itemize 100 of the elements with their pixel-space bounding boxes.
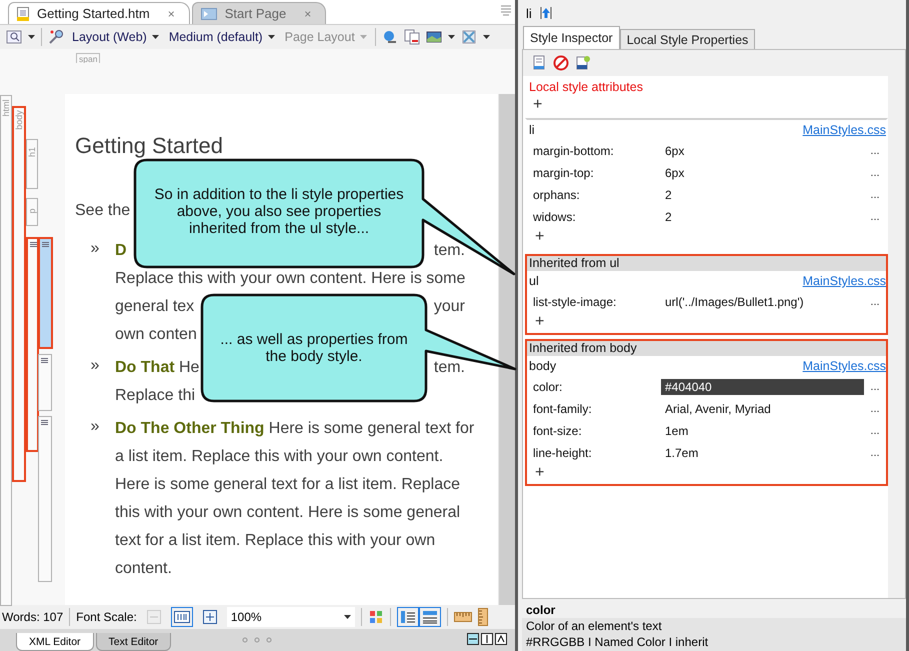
globe-link-icon[interactable] bbox=[382, 29, 398, 45]
more-button[interactable]: ... bbox=[864, 189, 886, 201]
bullet: » bbox=[90, 356, 100, 376]
list-icon bbox=[41, 420, 48, 425]
help-title: color bbox=[525, 602, 556, 618]
property-value[interactable]: 2 bbox=[661, 187, 864, 203]
minus-icon bbox=[146, 610, 161, 624]
document-icon bbox=[17, 6, 29, 20]
property-value[interactable]: 1em bbox=[661, 423, 864, 439]
property-name: font-family: bbox=[533, 402, 593, 416]
property-name: widows: bbox=[533, 210, 577, 224]
list-text: D bbox=[115, 242, 127, 260]
image-icon[interactable] bbox=[426, 29, 442, 45]
start-page-icon bbox=[200, 8, 217, 20]
edit-stylesheet-icon[interactable] bbox=[575, 55, 591, 71]
caret-icon bbox=[268, 35, 275, 39]
add-button[interactable]: + bbox=[525, 96, 542, 114]
section-header: Inherited from body bbox=[527, 341, 886, 356]
document-tab[interactable]: Getting Started.htm × bbox=[8, 2, 190, 24]
page-heading: Getting Started bbox=[75, 134, 224, 158]
layout-icon bbox=[422, 610, 438, 624]
property-value[interactable]: 6px bbox=[661, 143, 864, 159]
stylesheet-link[interactable]: MainStyles.css bbox=[802, 359, 886, 373]
more-button[interactable]: ... bbox=[864, 296, 886, 308]
view-dropdown[interactable]: Medium (default) bbox=[166, 30, 277, 44]
scrollbar[interactable] bbox=[888, 76, 905, 598]
bullet: » bbox=[90, 417, 100, 437]
list-text: tem. bbox=[434, 242, 465, 260]
section-heading: Local style attributes bbox=[528, 80, 644, 96]
property-name: list-style-image: bbox=[533, 295, 618, 309]
caret-icon bbox=[360, 35, 367, 39]
stylesheet-icon[interactable] bbox=[531, 55, 547, 71]
property-name: margin-top: bbox=[533, 166, 595, 180]
property-value[interactable]: 1.7em bbox=[661, 445, 864, 461]
more-button[interactable]: ... bbox=[864, 211, 886, 223]
drag-handle-icon[interactable] bbox=[242, 637, 272, 643]
help-description: Color of an element's text bbox=[522, 618, 906, 634]
property-value[interactable]: 6px bbox=[661, 165, 864, 181]
layout-button[interactable] bbox=[481, 633, 493, 645]
stylesheet-link[interactable]: MainStyles.css bbox=[802, 123, 886, 137]
inspector-tab[interactable]: Style Inspector bbox=[523, 26, 620, 49]
structure-node[interactable] bbox=[26, 237, 39, 452]
property-name: font-size: bbox=[533, 424, 583, 438]
list-text: general tex bbox=[115, 298, 194, 316]
font-scale-button[interactable] bbox=[170, 607, 193, 627]
list-text: text for a list item. Replace this with your own bbox=[115, 532, 436, 550]
word-count: Words: 107 bbox=[2, 610, 64, 624]
add-button[interactable]: + bbox=[527, 313, 544, 331]
tools-icon[interactable] bbox=[48, 29, 64, 45]
close-button[interactable]: × bbox=[168, 6, 175, 20]
list-text: tem. bbox=[434, 359, 465, 377]
property-value[interactable]: #404040 bbox=[661, 379, 864, 395]
caret-icon bbox=[28, 35, 35, 39]
stylesheet-link[interactable]: MainStyles.css bbox=[802, 274, 886, 288]
more-button[interactable]: ... bbox=[864, 381, 886, 393]
list-text: a list item. Replace this with your own content. bbox=[115, 448, 444, 466]
more-button[interactable]: ... bbox=[864, 167, 886, 179]
zoom-dropdown[interactable]: 100% bbox=[226, 607, 355, 627]
list-text: own conten bbox=[115, 326, 197, 344]
menu-icon[interactable] bbox=[501, 4, 511, 18]
up-arrow-icon[interactable] bbox=[540, 6, 552, 20]
view-mode-button[interactable] bbox=[396, 607, 419, 627]
layout-button[interactable] bbox=[495, 633, 507, 645]
ruler-icon[interactable] bbox=[454, 612, 472, 622]
more-button[interactable]: ... bbox=[864, 145, 886, 157]
property-value[interactable]: url('../Images/Bullet1.png') bbox=[661, 294, 864, 310]
list-text: Do The Other Thing Here is some general text for bbox=[115, 420, 474, 438]
structure-node[interactable] bbox=[38, 354, 52, 411]
property-value[interactable]: 2 bbox=[661, 209, 864, 225]
list-text: content. bbox=[115, 560, 172, 578]
color-grid-icon[interactable] bbox=[368, 609, 384, 625]
collapse-icon bbox=[497, 635, 505, 643]
intro-text: See the bbox=[75, 202, 130, 219]
more-button[interactable]: ... bbox=[864, 403, 886, 415]
editor-mode-tab[interactable]: Text Editor bbox=[96, 633, 172, 651]
property-value[interactable]: Arial, Avenir, Myriad bbox=[661, 401, 864, 417]
no-entry-icon[interactable] bbox=[553, 55, 569, 71]
compare-pages-icon[interactable] bbox=[404, 29, 420, 45]
preview-icon[interactable] bbox=[6, 29, 22, 45]
view-mode-button[interactable] bbox=[418, 607, 441, 627]
add-button[interactable]: + bbox=[527, 228, 544, 246]
structure-node[interactable] bbox=[38, 416, 52, 582]
structure-node[interactable] bbox=[38, 237, 53, 349]
scrollbar[interactable] bbox=[498, 94, 515, 605]
add-button[interactable]: + bbox=[527, 464, 544, 482]
element-label: html bbox=[1, 100, 11, 116]
list-text: Here is some general text for a list item. Replace bbox=[115, 476, 460, 494]
selector-name: ul bbox=[529, 274, 539, 288]
document-tab[interactable]: Start Page × bbox=[192, 2, 326, 24]
layout-button[interactable] bbox=[467, 633, 479, 645]
element-label: body bbox=[14, 110, 24, 130]
list-icon bbox=[30, 242, 37, 247]
remove-icon[interactable] bbox=[460, 29, 477, 45]
more-button[interactable]: ... bbox=[864, 447, 886, 459]
list-text: this with your own content. Here is some general bbox=[115, 504, 460, 522]
view-dropdown[interactable]: Layout (Web) bbox=[70, 30, 161, 44]
inspector-tab[interactable]: Local Style Properties bbox=[620, 29, 756, 49]
editor-mode-tab[interactable]: XML Editor bbox=[16, 633, 94, 651]
more-button[interactable]: ... bbox=[864, 425, 886, 437]
vertical-ruler-icon[interactable] bbox=[478, 608, 488, 626]
